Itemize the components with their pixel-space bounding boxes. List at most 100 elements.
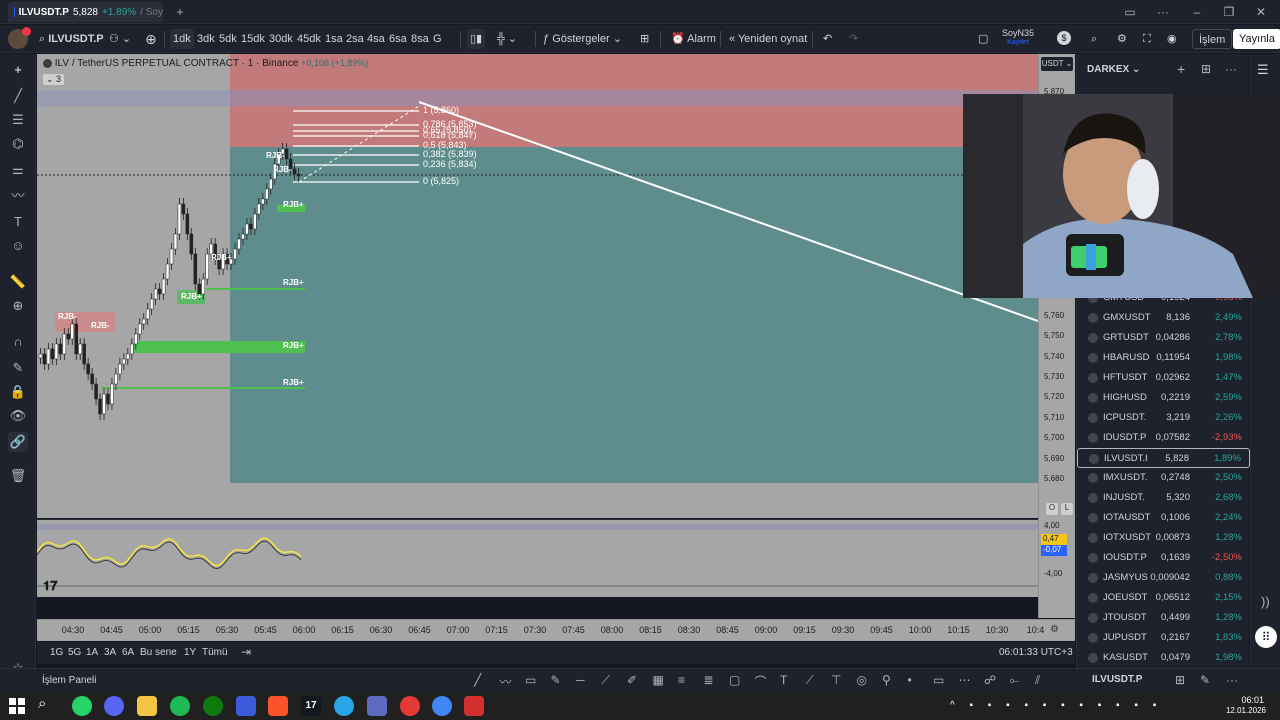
spotify-icon[interactable] bbox=[170, 696, 190, 716]
minimize-icon[interactable]: – bbox=[1182, 3, 1212, 21]
drawing-tool-icon[interactable]: ✎ bbox=[551, 673, 561, 687]
clock[interactable]: 06:01:33 UTC+3 bbox=[999, 647, 1073, 658]
file-explorer-icon[interactable] bbox=[137, 696, 157, 716]
drawing-tool-icon[interactable]: T bbox=[780, 673, 787, 687]
panel-edit-icon[interactable]: ✎ bbox=[1200, 673, 1210, 687]
grid-menu-icon[interactable]: ⠿ bbox=[1255, 626, 1277, 648]
drawing-tool-icon[interactable]: ⫽ bbox=[1035, 673, 1040, 688]
range-1a[interactable]: 1A bbox=[83, 643, 101, 663]
alarm-button[interactable]: ⏰ Alarm bbox=[668, 29, 719, 49]
drawing-tool-icon[interactable]: ─ bbox=[576, 673, 585, 687]
screen-icon[interactable]: ▭ bbox=[1115, 3, 1145, 21]
watchlist-row[interactable]: JUPUSDT 0,2167 1,83% bbox=[1077, 628, 1250, 648]
candle-icon[interactable]: ╬ ⌄ bbox=[494, 29, 520, 49]
price-chart[interactable]: ILV / TetherUS PERPETUAL CONTRACT · 1 · … bbox=[37, 54, 1038, 518]
whatsapp-icon[interactable] bbox=[72, 696, 92, 716]
watchlist-row[interactable]: INJUSDT. 5,320 2,68% bbox=[1077, 488, 1250, 508]
drawing-tool-icon[interactable]: ≣ bbox=[704, 673, 714, 687]
camera-icon[interactable]: ◉ bbox=[1164, 29, 1180, 49]
settings-icon[interactable]: ⚙ bbox=[1114, 29, 1130, 49]
crosshair-icon[interactable]: + bbox=[8, 60, 28, 80]
watchlist-row[interactable]: HFTUSDT 0,02962 1,47% bbox=[1077, 368, 1250, 388]
watchlist-row[interactable]: IOTAUSDT 0,1006 2,24% bbox=[1077, 508, 1250, 528]
watchlist-title[interactable]: DARKEX ⌄ bbox=[1087, 64, 1140, 75]
fib-icon[interactable]: ☰ bbox=[8, 110, 28, 130]
interval-30dk[interactable]: 30dk bbox=[266, 29, 296, 49]
drawing-tool-icon[interactable]: ╱ bbox=[474, 673, 481, 687]
forecast-icon[interactable]: ⚌ bbox=[8, 160, 28, 180]
interval-1dk[interactable]: 1dk bbox=[170, 29, 194, 49]
drawing-tool-icon[interactable]: ⚲ bbox=[882, 673, 891, 687]
ruler-icon[interactable]: 📏 bbox=[8, 272, 28, 292]
currency-icon[interactable]: $ bbox=[1057, 31, 1071, 45]
watchlist-row[interactable]: GRTUSDT 0,04286 2,78% bbox=[1077, 328, 1250, 348]
fullscreen-icon[interactable]: ⛶ bbox=[1140, 29, 1154, 49]
layouts-icon[interactable]: ⊞ bbox=[637, 29, 652, 49]
watchlist-row[interactable]: KASUSDT 0,0479 1,98% bbox=[1077, 648, 1250, 668]
watchlist-more-icon[interactable]: ··· bbox=[1225, 62, 1237, 76]
publish-button[interactable]: Yayınla bbox=[1233, 29, 1280, 49]
calculator-icon[interactable] bbox=[367, 696, 387, 716]
range-bu-sene[interactable]: Bu sene bbox=[137, 643, 180, 663]
watchlist-row[interactable]: ICPUSDT. 3,219 2,26% bbox=[1077, 408, 1250, 428]
tradingview-icon[interactable]: 17 bbox=[301, 696, 321, 716]
drawing-tool-icon[interactable]: ▢ bbox=[729, 673, 740, 687]
search-icon[interactable]: ⌕ bbox=[38, 695, 46, 712]
drawing-tool-icon[interactable]: ▦ bbox=[653, 673, 664, 687]
watchlist-row[interactable]: JTOUSDT 0,4499 1,28% bbox=[1077, 608, 1250, 628]
pattern-icon[interactable]: ⌬ bbox=[8, 134, 28, 154]
watchlist-row[interactable]: IOUSDT.P 0,1639 -2,50% bbox=[1077, 548, 1250, 568]
compare-icon[interactable]: ⊕ bbox=[142, 29, 160, 49]
recorder-icon[interactable] bbox=[400, 696, 420, 716]
panel-symbol[interactable]: ILVUSDT.P bbox=[1092, 674, 1142, 685]
currency-selector[interactable]: USDT ⌄ bbox=[1041, 57, 1073, 71]
watchlist-row[interactable]: ILVUSDT.I 5,828 1,89% bbox=[1077, 448, 1250, 468]
range-tümü[interactable]: Tümü bbox=[199, 643, 231, 663]
pencil-lock-icon[interactable]: ✎ bbox=[8, 358, 28, 378]
eye-icon[interactable]: 👁 bbox=[8, 406, 28, 426]
drawing-tool-icon[interactable]: ⋯ bbox=[959, 673, 971, 687]
drawing-tool-icon[interactable]: ⟜ bbox=[1010, 673, 1020, 688]
magnet-icon[interactable]: ∩ bbox=[8, 332, 28, 352]
system-tray[interactable]: ^ ▪ ▪ ▪ ▪ ▪ ▪ ▪ ▪ ▪ ▪ ▪ bbox=[950, 700, 1162, 711]
windows-start-icon[interactable] bbox=[8, 697, 26, 715]
drawing-tool-icon[interactable]: • bbox=[908, 673, 912, 687]
interval-45dk[interactable]: 45dk bbox=[294, 29, 324, 49]
range-5g[interactable]: 5G bbox=[65, 643, 84, 663]
interval-5dk[interactable]: 5dk bbox=[216, 29, 240, 49]
interval-G[interactable]: G bbox=[430, 29, 445, 49]
interval-6sa[interactable]: 6sa bbox=[386, 29, 410, 49]
app-icon[interactable] bbox=[236, 696, 256, 716]
drawing-tool-icon[interactable]: ⌒ bbox=[755, 673, 767, 690]
watchlist-row[interactable]: IOTXUSDT 0,00873 1,28% bbox=[1077, 528, 1250, 548]
brush-icon[interactable]: 〰 bbox=[8, 186, 28, 206]
time-axis[interactable]: 04:30 04:45 05:00 05:15 05:30 05:45 06:00 06:15… bbox=[37, 619, 1075, 641]
chart-legend[interactable]: ILV / TetherUS PERPETUAL CONTRACT · 1 · … bbox=[43, 58, 368, 69]
watchlist-icon[interactable]: ☰ bbox=[1257, 62, 1269, 78]
date-range-icon[interactable]: ⇥ bbox=[241, 645, 251, 659]
drawing-tool-icon[interactable]: ⟋ bbox=[806, 673, 814, 688]
legend-toggle[interactable]: ⌄ 3 bbox=[43, 74, 65, 85]
discord-icon[interactable] bbox=[104, 696, 124, 716]
more-icon[interactable]: ··· bbox=[1148, 3, 1178, 21]
panel-more-icon[interactable]: ··· bbox=[1226, 673, 1238, 687]
watchlist-row[interactable]: JASMYUS 0,009042 0,88% bbox=[1077, 568, 1250, 588]
undo-icon[interactable]: ↶ bbox=[820, 29, 835, 49]
brave-icon[interactable] bbox=[268, 696, 288, 716]
watchlist-row[interactable]: IDUSDT.P 0,07582 -2,93% bbox=[1077, 428, 1250, 448]
drawing-tool-icon[interactable]: ⟋ bbox=[602, 673, 610, 688]
range-1y[interactable]: 1Y bbox=[181, 643, 199, 663]
replay-button[interactable]: « Yeniden oynat bbox=[726, 29, 810, 49]
zoom-icon[interactable]: ⊕ bbox=[8, 296, 28, 316]
tray-time[interactable]: 06:01 bbox=[1228, 695, 1264, 705]
axis-settings-icon[interactable]: ⚙ bbox=[1050, 624, 1059, 635]
layout-select-icon[interactable]: ▢ bbox=[975, 29, 991, 49]
oscillator-pane[interactable]: 𝟏𝟕 O L bbox=[37, 519, 1038, 597]
add-symbol-icon[interactable]: + bbox=[1177, 61, 1185, 77]
watchlist-row[interactable]: GMXUSDT 8,136 2,49% bbox=[1077, 308, 1250, 328]
interval-8sa[interactable]: 8sa bbox=[408, 29, 432, 49]
watchlist-row[interactable]: JOEUSDT 0,06512 2,15% bbox=[1077, 588, 1250, 608]
telegram-icon[interactable] bbox=[334, 696, 354, 716]
watchlist-row[interactable]: IMXUSDT. 0,2748 2,50% bbox=[1077, 468, 1250, 488]
signal-icon[interactable]: )) bbox=[1261, 594, 1270, 609]
